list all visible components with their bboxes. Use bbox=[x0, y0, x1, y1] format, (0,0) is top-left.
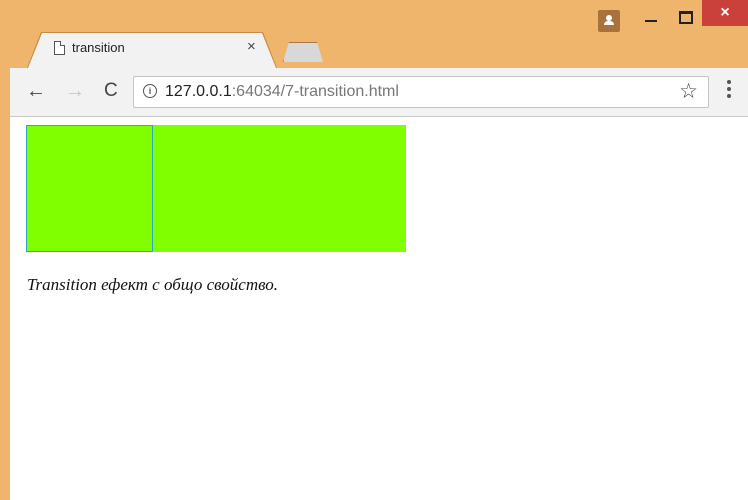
tab-title: transition bbox=[72, 40, 125, 55]
address-bar[interactable]: i 127.0.0.1:64034/7-transition.html ☆ bbox=[133, 76, 709, 108]
info-icon[interactable]: i bbox=[143, 84, 157, 98]
tab-close-icon[interactable]: × bbox=[247, 38, 256, 55]
page-icon bbox=[54, 41, 65, 55]
page-content: Transition ефект с общо свойство. bbox=[10, 117, 748, 500]
browser-toolbar: ← → C i 127.0.0.1:64034/7-transition.htm… bbox=[10, 68, 748, 117]
url-path: :64034/7-transition.html bbox=[231, 83, 399, 100]
transition-box-outline bbox=[26, 125, 153, 252]
forward-button[interactable]: → bbox=[65, 77, 85, 105]
window-controls: × bbox=[598, 0, 748, 32]
star-icon[interactable]: ☆ bbox=[679, 79, 698, 104]
profile-icon[interactable] bbox=[598, 10, 620, 32]
new-tab-button[interactable] bbox=[283, 42, 323, 62]
back-button[interactable]: ← bbox=[26, 77, 46, 105]
tab-transition[interactable] bbox=[28, 33, 276, 68]
reload-button[interactable]: C bbox=[104, 77, 118, 105]
url-host: 127.0.0.1 bbox=[165, 83, 232, 100]
close-icon[interactable]: × bbox=[702, 0, 748, 26]
maximize-icon[interactable] bbox=[668, 6, 702, 28]
page-caption: Transition ефект с общо свойство. bbox=[27, 275, 278, 294]
menu-icon[interactable] bbox=[727, 80, 731, 101]
window-titlebar: transition × × bbox=[0, 0, 748, 68]
url-text[interactable]: 127.0.0.1:64034/7-transition.html bbox=[165, 83, 399, 101]
minimize-icon[interactable] bbox=[634, 6, 668, 28]
